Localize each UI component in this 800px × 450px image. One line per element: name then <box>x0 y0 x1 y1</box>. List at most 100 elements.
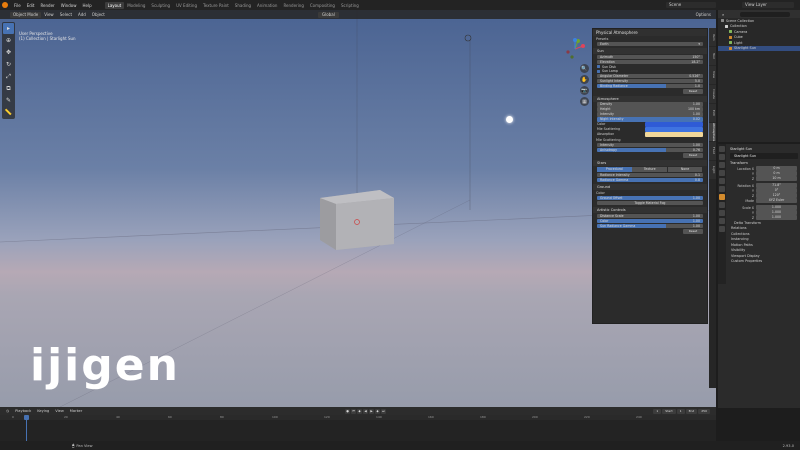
sidebar-tab-create[interactable]: Create <box>709 85 716 103</box>
sunlight-intensity-field[interactable]: Sunlight Intensity 5.0 <box>597 78 703 83</box>
play-reverse-icon[interactable]: ◀ <box>363 408 368 414</box>
color-swatch[interactable] <box>645 127 703 132</box>
night-intensity-slider[interactable]: Night Intensity 0.02 <box>597 117 703 122</box>
tab-rendering[interactable]: Rendering <box>280 2 306 9</box>
transform-icon[interactable]: ⧉ <box>3 83 14 94</box>
scale-z-field[interactable]: 1.000 <box>756 215 797 220</box>
stars-option-texture[interactable]: Texture <box>632 166 668 172</box>
menu-help[interactable]: Help <box>79 3 94 8</box>
stars-option-none[interactable]: None <box>667 166 703 172</box>
jump-end-icon[interactable]: ⏭ <box>381 408 386 414</box>
tab-scripting[interactable]: Scripting <box>338 2 362 9</box>
sun-lamp-object[interactable] <box>506 116 513 123</box>
start-frame-field[interactable]: 1 <box>676 408 685 414</box>
perspective-grid-icon[interactable]: ▦ <box>580 97 589 106</box>
end-frame-field[interactable]: 250 <box>698 408 710 414</box>
tool-settings-icon[interactable] <box>719 146 725 152</box>
color-swatch[interactable] <box>645 122 703 127</box>
sun-disk-checkbox[interactable]: Sun Disk <box>597 65 703 69</box>
object-name-field[interactable]: Starlight Sun <box>730 153 798 159</box>
options-dropdown[interactable]: Options <box>693 12 714 18</box>
constraint-icon[interactable] <box>719 218 725 224</box>
absorption-color-field[interactable]: Absorption <box>597 132 703 137</box>
annotate-icon[interactable]: ✎ <box>3 95 14 106</box>
menu-marker[interactable]: Marker <box>67 409 85 413</box>
location-z-field[interactable]: 10 m <box>756 176 797 181</box>
world-icon[interactable] <box>719 186 725 192</box>
timeline-editor-type-icon[interactable]: ◷ <box>3 409 12 413</box>
mie-intensity-field[interactable]: Intensity 1.00 <box>597 142 703 147</box>
play-icon[interactable]: ▶ <box>369 408 374 414</box>
tab-sculpting[interactable]: Sculpting <box>148 2 173 9</box>
move-icon[interactable]: ✥ <box>3 47 14 58</box>
rotate-icon[interactable]: ↻ <box>3 59 14 70</box>
tab-texture-paint[interactable]: Texture Paint <box>200 2 232 9</box>
mie-scattering-color-field[interactable]: Mie Scattering <box>597 127 703 132</box>
custom-properties-section[interactable]: Custom Properties <box>728 259 800 265</box>
atmosphere-reset-button[interactable]: Reset <box>683 153 703 158</box>
sidebar-tab-fluid[interactable]: Fluid <box>709 142 716 160</box>
angular-diameter-field[interactable]: Angular Diameter 0.526° <box>597 73 703 78</box>
menu-edit[interactable]: Edit <box>24 3 38 8</box>
record-icon[interactable]: ● <box>345 408 350 414</box>
modifier-icon[interactable] <box>719 202 725 208</box>
height-field[interactable]: Height 100 km <box>597 107 703 112</box>
menu-keying[interactable]: Keying <box>34 409 52 413</box>
sun-reset-button[interactable]: Reset <box>683 89 703 94</box>
sidebar-tab-light[interactable]: Light <box>709 161 716 179</box>
menu-view[interactable]: View <box>41 12 57 17</box>
elevation-field[interactable]: Elevation 18.2° <box>597 59 703 64</box>
sidebar-tab-tool[interactable]: Tool <box>709 47 716 65</box>
scene-selector[interactable]: Scene <box>666 2 716 8</box>
density-field[interactable]: Density 1.00 <box>597 102 703 107</box>
sidebar-tab-edit[interactable]: Edit <box>709 104 716 122</box>
tab-compositing[interactable]: Compositing <box>307 2 338 9</box>
scale-y-field[interactable]: 1.000 <box>756 210 797 215</box>
sun-section-header[interactable]: Sun <box>593 48 707 54</box>
panel-title[interactable]: Physical Atmosphere <box>593 29 707 36</box>
stars-radiance-field[interactable]: Radiance Intensity 0.1 <box>597 172 703 177</box>
sun-radiance-gamma-slider[interactable]: Sun Radiance Gamma 1.00 <box>597 223 703 228</box>
menu-object[interactable]: Object <box>89 12 108 17</box>
view-layer-selector[interactable]: View Layer <box>742 2 794 8</box>
measure-icon[interactable]: 📏 <box>3 107 14 118</box>
camera-view-icon[interactable]: 📷 <box>580 86 589 95</box>
distance-scale-field[interactable]: Distance Scale 1.00 <box>597 213 703 218</box>
stars-section-header[interactable]: Stars <box>593 159 707 166</box>
jump-start-icon[interactable]: ⏮ <box>351 408 356 414</box>
prev-keyframe-icon[interactable]: ◆ <box>357 408 362 414</box>
artistic-controls-section-header[interactable]: Artistic Controls <box>593 207 707 213</box>
data-icon[interactable] <box>719 226 725 232</box>
zoom-icon[interactable]: 🔍 <box>580 64 589 73</box>
filter-icon[interactable]: ⌕ <box>722 12 724 17</box>
sun-lamp-checkbox[interactable]: Sun Lamp <box>597 69 703 73</box>
menu-select[interactable]: Select <box>57 12 75 17</box>
physics-icon[interactable] <box>719 210 725 216</box>
sidebar-tab-atmosphere[interactable]: Atmosphere <box>709 123 716 141</box>
render-icon[interactable] <box>719 154 725 160</box>
scale-x-field[interactable]: 1.000 <box>756 205 797 210</box>
menu-add[interactable]: Add <box>75 12 89 17</box>
outliner-search-input[interactable] <box>740 11 791 17</box>
menu-playback[interactable]: Playback <box>12 409 34 413</box>
timeline-ruler[interactable]: 0 20 40 60 80 100 120 140 160 180 200 22… <box>0 415 716 420</box>
outliner-item-starlight-sun[interactable]: Starlight Sun <box>718 45 800 51</box>
select-box-icon[interactable]: ▸ <box>3 23 14 34</box>
object-properties-icon[interactable] <box>719 194 725 200</box>
sidebar-tab-item[interactable]: Item <box>709 28 716 46</box>
menu-render[interactable]: Render <box>37 3 57 8</box>
color-swatch[interactable] <box>645 132 703 137</box>
rotation-mode-dropdown[interactable]: XYZ Euler <box>756 198 797 203</box>
rotation-z-field[interactable]: 120° <box>756 193 797 198</box>
atmosphere-section-header[interactable]: Atmosphere <box>593 95 707 102</box>
toggle-material-fog-button[interactable]: Toggle Material Fog <box>597 200 703 205</box>
location-x-field[interactable]: 0 m <box>756 166 797 171</box>
blender-logo-icon[interactable] <box>2 2 8 8</box>
pan-hand-icon[interactable]: ✋ <box>580 75 589 84</box>
transform-orientation-dropdown[interactable]: Global <box>318 11 339 18</box>
stars-gamma-slider[interactable]: Radiance Gamma 0.8 <box>597 177 703 182</box>
atmosphere-color-field[interactable]: Color <box>597 122 703 127</box>
binding-radiance-slider[interactable]: Binding Radiance 1.0 <box>597 83 703 88</box>
current-frame-field[interactable]: 1 <box>653 408 662 414</box>
sidebar-tab-view[interactable]: View <box>709 66 716 84</box>
